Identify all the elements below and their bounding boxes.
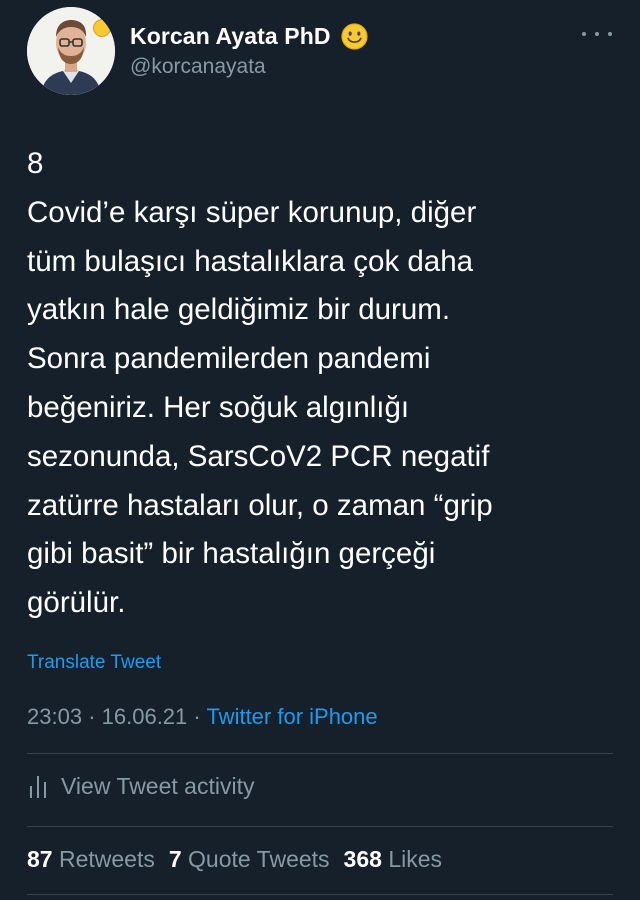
divider [27,753,613,754]
retweets-label: Retweets [58,846,155,872]
tweet-metadata: 23:03 · 16.06.21 · Twitter for iPhone [27,704,378,730]
more-options-button[interactable] [582,24,612,44]
tweet-stats: 87 Retweets 7 Quote Tweets 368 Likes [27,846,456,873]
author-handle[interactable]: @korcanayata [130,55,266,79]
divider [27,894,613,895]
tweet-text-line: gibi basit” bir hastalığın gerçeği [27,537,436,571]
smiling-face-icon [340,22,368,50]
meta-separator: · [88,704,96,729]
avatar-emoji-icon [93,19,111,37]
avatar[interactable] [27,7,115,95]
likes-label: Likes [388,846,443,872]
tweet-date[interactable]: 16.06.21 [102,704,188,729]
meta-separator: · [193,704,201,729]
tweet-text-line: görülür. [27,586,126,620]
tweet-time[interactable]: 23:03 [27,704,82,729]
tweet-text-line: Sonra pandemilerden pandemi [27,342,431,376]
tweet-text-line: Covid’e karşı süper korunup, diğer [27,195,477,229]
tweet-text-line: yatkın hale geldiğimiz bir durum. [27,293,451,327]
tweet-text-line: beğeniriz. Her soğuk algınlığı [27,390,410,424]
tweet-text-line: zatürre hastaları olur, o zaman “grip [27,488,493,522]
more-icon-dot [595,32,599,36]
tweet-text: 8 Covid’e karşı süper korunup, diğer tüm… [27,140,612,628]
quote-tweets-label: Quote Tweets [188,846,330,872]
likes-count: 368 [343,846,382,872]
tweet-text-line: tüm bulaşıcı hastalıklara çok daha [27,244,474,278]
tweet-text-line: sezonunda, SarsCoV2 PCR negatif [27,439,490,473]
translate-tweet-link[interactable]: Translate Tweet [27,652,161,674]
view-tweet-activity-button[interactable]: View Tweet activity [27,772,254,800]
quote-tweets-count: 7 [168,846,182,872]
retweets-count: 87 [27,846,53,872]
more-icon-dot [608,32,612,36]
retweets-stat[interactable]: 87 Retweets [27,846,155,873]
tweet-detail: Korcan Ayata PhD @korcanayata 8 Covid’e … [0,0,640,900]
bar-chart-icon [30,776,46,798]
divider [27,826,613,827]
more-icon-dot [582,32,586,36]
tweet-source-link[interactable]: Twitter for iPhone [206,704,377,729]
quote-tweets-stat[interactable]: 7 Quote Tweets [169,846,330,873]
view-tweet-activity-label: View Tweet activity [61,772,255,799]
tweet-text-line: 8 [27,147,44,180]
likes-stat[interactable]: 368 Likes [344,846,442,873]
author-name-row[interactable]: Korcan Ayata PhD [130,20,368,52]
avatar-photo [27,7,115,95]
display-name[interactable]: Korcan Ayata PhD [130,23,331,50]
